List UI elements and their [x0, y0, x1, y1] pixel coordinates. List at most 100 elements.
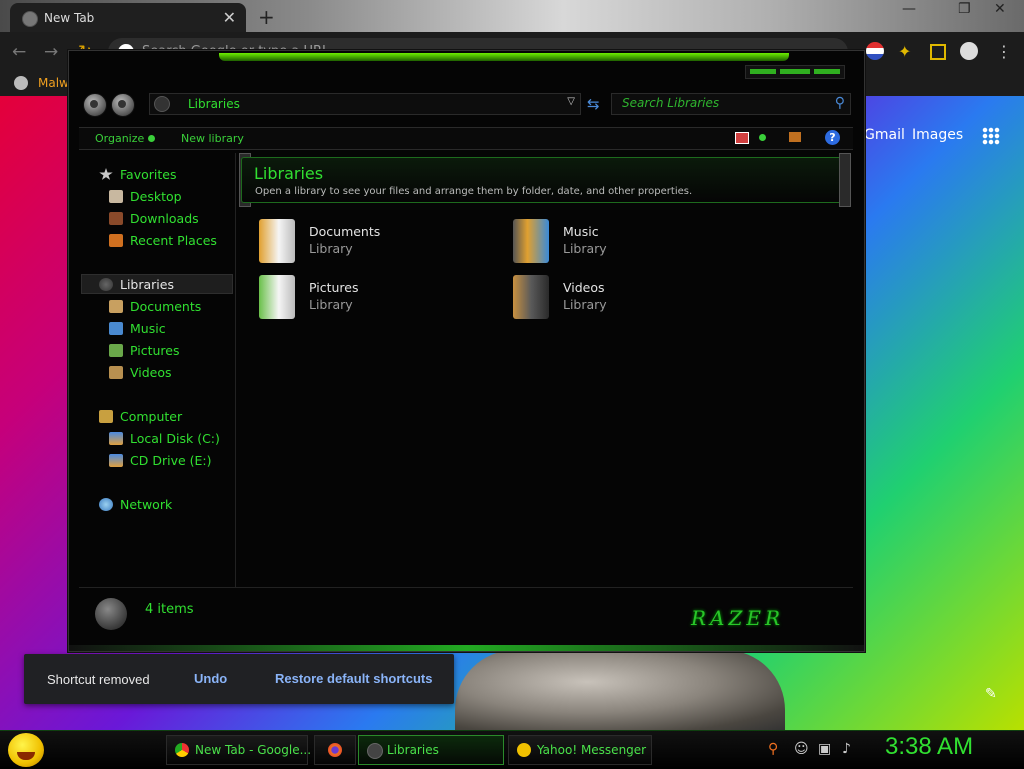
nav-label: Music [130, 321, 166, 336]
tray-messenger-icon[interactable]: ☺ [794, 741, 809, 757]
nav-label: Desktop [130, 189, 182, 204]
taskbar-label: Yahoo! Messenger [537, 743, 647, 757]
search-box[interactable]: Search Libraries ⚲ [611, 93, 851, 115]
nav-libraries[interactable]: Libraries [99, 277, 174, 292]
taskbar-yahoo-messenger[interactable]: Yahoo! Messenger [508, 735, 652, 765]
window-caption-buttons[interactable] [745, 65, 845, 79]
library-music[interactable]: Music Library [513, 219, 753, 267]
chrome-icon [175, 743, 189, 757]
nav-label: Network [120, 497, 173, 512]
preview-pane-icon[interactable] [789, 132, 801, 142]
nav-local-disk[interactable]: Local Disk (C:) [109, 431, 220, 446]
nav-recent-places[interactable]: Recent Places [109, 233, 217, 248]
browser-tab-title: New Tab [44, 11, 95, 25]
taskbar-chrome[interactable]: New Tab - Google... [166, 735, 311, 765]
razer-logo: RAZER [691, 606, 785, 630]
side-panel-icon[interactable] [930, 44, 946, 60]
minimize-button[interactable]: — [902, 1, 916, 17]
nav-desktop[interactable]: Desktop [109, 189, 182, 204]
address-text: Libraries [188, 97, 240, 111]
explorer-window: ▼ Libraries ▽ ⇆ Search Libraries ⚲ Organ… [68, 50, 865, 652]
new-library-button[interactable]: New library [181, 132, 244, 145]
library-pictures[interactable]: Pictures Library [259, 275, 499, 323]
nav-label: Downloads [130, 211, 199, 226]
firefox-icon [328, 743, 342, 757]
taskbar-clock[interactable]: 3:38 AM [885, 733, 973, 761]
organize-button[interactable]: Organize [95, 132, 156, 145]
extension-flag-icon[interactable] [866, 42, 884, 60]
nav-documents[interactable]: Documents [109, 299, 201, 314]
libraries-icon [367, 743, 383, 759]
library-kind: Library [563, 297, 607, 312]
extensions-puzzle-icon[interactable]: ✦ [898, 42, 916, 61]
library-name: Music [563, 224, 599, 239]
computer-icon [99, 410, 113, 423]
taskbar: New Tab - Google... Libraries Yahoo! Mes… [0, 730, 1024, 769]
back-button[interactable] [83, 93, 107, 117]
view-options-icon[interactable] [735, 132, 749, 144]
toast-message: Shortcut removed [47, 672, 150, 687]
search-icon[interactable]: ⚲ [835, 95, 845, 111]
tray-network-icon[interactable]: ▣ [818, 741, 831, 757]
nav-favorites[interactable]: Favorites [99, 167, 176, 182]
nav-computer[interactable]: Computer [99, 409, 182, 424]
nav-label: CD Drive (E:) [130, 453, 212, 468]
globe-icon [14, 76, 28, 90]
gmail-link[interactable]: Gmail [864, 127, 905, 143]
nav-label: Videos [130, 365, 172, 380]
libraries-large-icon [95, 598, 127, 630]
close-window-button[interactable]: ✕ [994, 1, 1006, 17]
command-bar: Organize New library ? [79, 127, 853, 150]
taskbar-label: Libraries [387, 743, 439, 757]
profile-avatar-icon[interactable] [960, 42, 978, 60]
nav-downloads[interactable]: Downloads [109, 211, 199, 226]
close-tab-icon[interactable]: ✕ [223, 8, 236, 27]
bottom-glow [69, 645, 864, 651]
browser-tab[interactable]: New Tab ✕ [10, 3, 246, 32]
library-videos[interactable]: Videos Library [513, 275, 753, 323]
taskbar-libraries[interactable]: Libraries [358, 735, 504, 765]
maximize-icon[interactable] [780, 69, 810, 74]
libraries-header: Libraries Open a library to see your fil… [241, 157, 843, 203]
taskbar-firefox[interactable] [314, 735, 356, 765]
nav-cd-drive[interactable]: CD Drive (E:) [109, 453, 212, 468]
search-placeholder: Search Libraries [622, 96, 720, 110]
nav-network[interactable]: Network [99, 497, 172, 512]
libraries-icon [99, 278, 113, 291]
nav-label: Libraries [120, 277, 174, 292]
view-dropdown-icon[interactable] [759, 134, 766, 141]
new-tab-button[interactable]: + [258, 5, 275, 29]
organize-label: Organize [95, 132, 145, 145]
details-pane: 4 items RAZER [79, 587, 853, 640]
nav-label: Local Disk (C:) [130, 431, 220, 446]
library-documents[interactable]: Documents Library [259, 219, 499, 267]
nav-music[interactable]: Music [109, 321, 166, 336]
documents-library-icon [259, 219, 295, 263]
nav-label: Recent Places [130, 233, 217, 248]
chevron-down-icon[interactable]: ▽ [567, 96, 575, 107]
downloads-icon [109, 212, 123, 225]
restore-shortcuts-button[interactable]: Restore default shortcuts [275, 671, 432, 686]
start-button-smiley-icon[interactable] [8, 733, 44, 767]
help-icon[interactable]: ? [825, 130, 840, 145]
customize-pencil-icon[interactable]: ✎ [985, 686, 997, 702]
header-subtitle: Open a library to see your files and arr… [255, 186, 693, 197]
tray-volume-icon[interactable]: ♪ [842, 741, 851, 757]
refresh-icon[interactable]: ⇆ [587, 95, 600, 113]
forward-icon[interactable]: → [44, 42, 58, 62]
address-bar[interactable]: Libraries ▽ [149, 93, 581, 115]
forward-button[interactable] [111, 93, 135, 117]
chrome-menu-icon[interactable]: ⋮ [996, 42, 1014, 61]
close-icon[interactable] [814, 69, 840, 74]
back-icon[interactable]: ← [12, 42, 26, 62]
tray-search-icon[interactable]: ⚲ [768, 741, 778, 757]
dropdown-dot-icon [148, 135, 156, 142]
restore-button[interactable]: ❐ [958, 1, 971, 17]
undo-button[interactable]: Undo [194, 671, 227, 686]
google-apps-icon[interactable] [982, 127, 1000, 145]
minimize-icon[interactable] [750, 69, 776, 74]
nav-pictures[interactable]: Pictures [109, 343, 180, 358]
images-link[interactable]: Images [912, 127, 963, 143]
videos-library-icon [513, 275, 549, 319]
nav-videos[interactable]: Videos [109, 365, 172, 380]
